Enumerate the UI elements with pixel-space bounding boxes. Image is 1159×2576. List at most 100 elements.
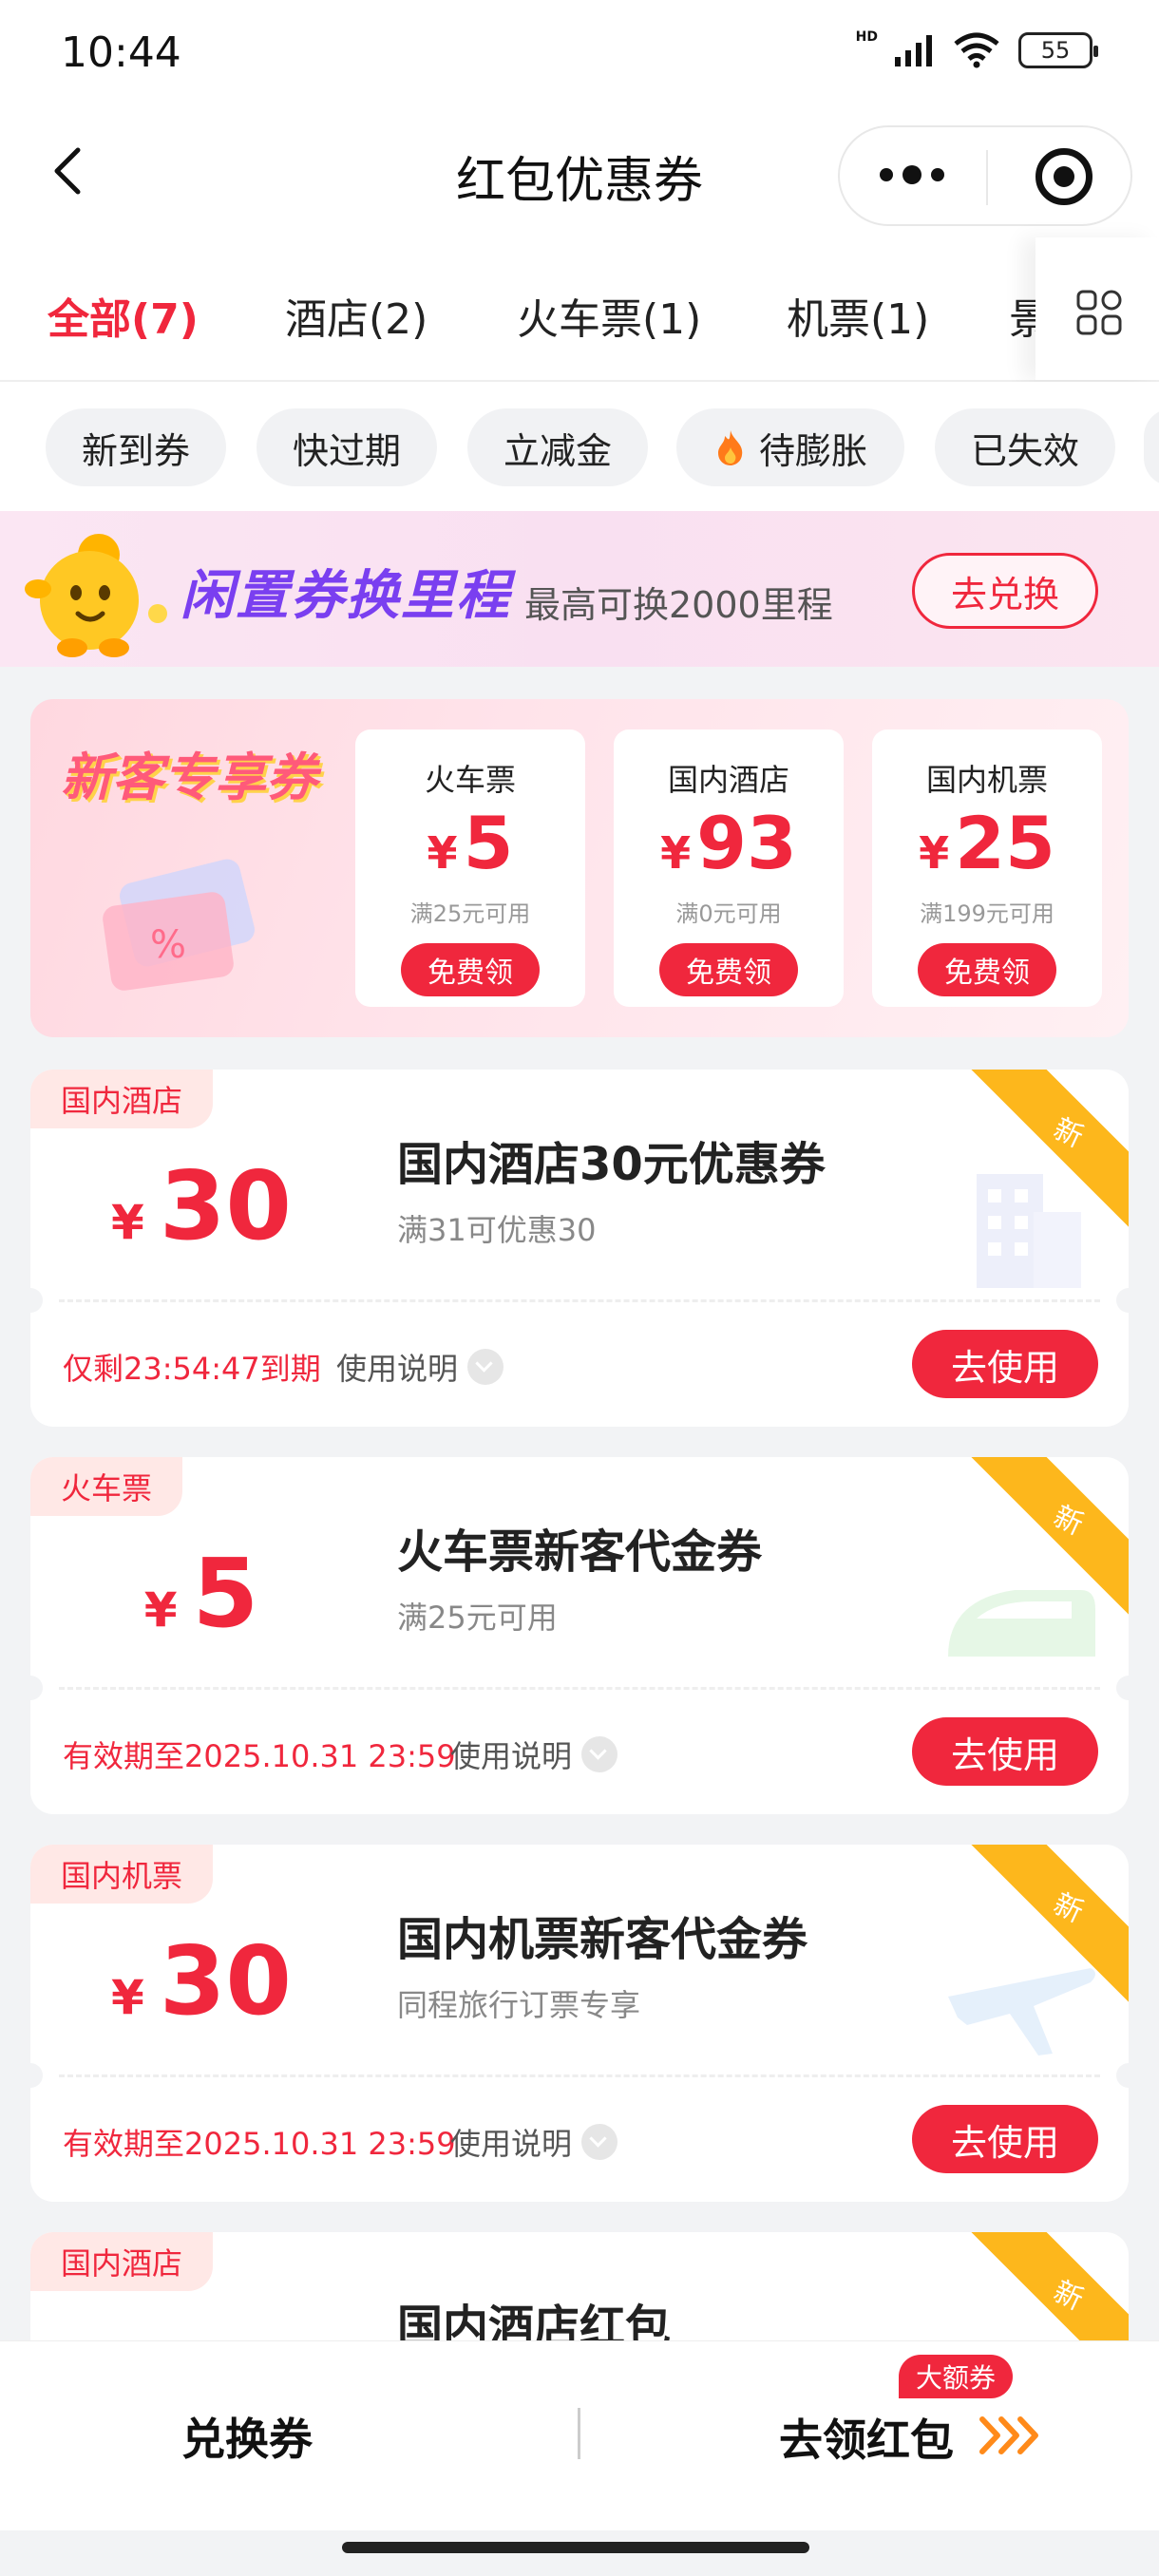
bottom-divider xyxy=(578,2408,580,2459)
tab-all[interactable]: 全部(7) xyxy=(48,285,199,346)
ribbon-label: 新 xyxy=(1048,2274,1089,2318)
exchange-coupons-button[interactable]: 兑换券 xyxy=(0,2341,580,2531)
status-icons: HD 55 xyxy=(855,29,1098,68)
item-condition: 满0元可用 xyxy=(675,900,782,927)
coupon-name: 火车票新客代金券 xyxy=(397,1525,763,1579)
new-customer-item: 国内机票 ¥25 满199元可用 免费领 xyxy=(872,729,1102,1007)
bottom-action-bar: 兑换券 去领红包 大额券 xyxy=(0,2340,1159,2530)
tab-flight[interactable]: 机票(1) xyxy=(787,285,929,346)
amount-value: 30 xyxy=(159,1150,292,1261)
chevron-down-icon xyxy=(581,2124,618,2160)
ticket-notch xyxy=(30,1288,43,1313)
coupon-expiry: 有效期至2025.10.31 23:59 xyxy=(63,1738,456,1774)
ticket-notch xyxy=(1116,1676,1129,1700)
ticket-decoration-icon: % xyxy=(103,859,255,991)
wifi-icon xyxy=(954,32,999,68)
airplane-icon xyxy=(948,1968,1095,2055)
claim-button[interactable]: 免费领 xyxy=(659,943,798,996)
chip-expiring[interactable]: 快过期 xyxy=(256,408,437,486)
chip-pending-boost[interactable]: 待膨胀 xyxy=(676,408,904,486)
train-icon xyxy=(948,1590,1095,1657)
large-coupon-badge: 大额券 xyxy=(899,2355,1014,2398)
coupon-amount: ¥30 xyxy=(30,1924,372,2055)
item-amount: ¥25 xyxy=(872,805,1102,891)
mascot-icon xyxy=(25,534,167,657)
ticket-notch xyxy=(30,1676,43,1700)
use-button[interactable]: 去使用 xyxy=(912,2105,1098,2173)
chip-overflow[interactable] xyxy=(1144,408,1159,486)
category-tabs: 全部(7) 酒店(2) 火车票(1) 机票(1) 景 xyxy=(0,237,1159,382)
coupon-tag: 国内酒店 xyxy=(30,1070,214,1128)
more-icon[interactable] xyxy=(880,165,944,184)
new-customer-item: 火车票 ¥5 满25元可用 免费领 xyxy=(355,729,585,1007)
coupon-card: 火车票 ¥5 火车票新客代金券 满25元可用 新 有效期至2025.10.31 … xyxy=(30,1457,1129,1814)
network-type: HD xyxy=(855,29,878,45)
chevron-down-icon xyxy=(467,1349,504,1385)
status-bar: 10:44 HD 55 xyxy=(0,0,1159,114)
tab-grid-toggle[interactable] xyxy=(1036,237,1159,380)
new-customer-item: 国内酒店 ¥93 满0元可用 免费领 xyxy=(614,729,844,1007)
usage-instructions[interactable]: 使用说明 xyxy=(450,1733,618,1776)
coupon-tag: 国内酒店 xyxy=(30,2232,214,2291)
usage-label: 使用说明 xyxy=(336,1351,459,1387)
grid-icon xyxy=(1076,290,1122,335)
usage-instructions[interactable]: 使用说明 xyxy=(450,2120,618,2164)
chip-invalid[interactable]: 已失效 xyxy=(935,408,1115,486)
coupon-desc: 满25元可用 xyxy=(397,1600,558,1636)
svg-text:%: % xyxy=(150,923,186,967)
item-condition: 满25元可用 xyxy=(409,900,531,927)
chip-instant-discount[interactable]: 立减金 xyxy=(467,408,648,486)
status-time: 10:44 xyxy=(61,28,181,77)
item-category: 火车票 xyxy=(424,762,516,798)
amount-value: 5 xyxy=(192,1538,259,1649)
coupon-expiry: 仅剩23:54:47到期 xyxy=(63,1351,321,1387)
usage-label: 使用说明 xyxy=(450,2126,573,2162)
item-amount: ¥93 xyxy=(614,805,844,891)
mileage-exchange-banner[interactable]: 闲置券换里程 最高可换2000里程 去兑换 xyxy=(0,511,1159,667)
coupon-name: 国内酒店30元优惠券 xyxy=(397,1138,826,1191)
tab-train[interactable]: 火车票(1) xyxy=(517,285,701,346)
capsule-divider xyxy=(986,150,988,205)
miniprogram-capsule xyxy=(838,125,1132,226)
usage-instructions[interactable]: 使用说明 xyxy=(336,1345,504,1389)
coupon-desc: 满31可优惠30 xyxy=(397,1212,597,1248)
use-button[interactable]: 去使用 xyxy=(912,1717,1098,1786)
dashed-divider xyxy=(59,1299,1100,1302)
claim-button[interactable]: 免费领 xyxy=(401,943,540,996)
currency-symbol: ¥ xyxy=(111,1970,144,2025)
item-condition: 满199元可用 xyxy=(920,900,1054,927)
home-indicator-area xyxy=(0,2530,1159,2576)
amount-value: 25 xyxy=(955,801,1055,885)
amount-value: 30 xyxy=(159,1925,292,2036)
ribbon-label: 新 xyxy=(1048,1886,1089,1930)
item-amount: ¥5 xyxy=(355,805,585,891)
ticket-notch xyxy=(1116,1288,1129,1313)
banner-subtitle: 最高可换2000里程 xyxy=(524,584,833,626)
use-button[interactable]: 去使用 xyxy=(912,1330,1098,1398)
close-target-icon[interactable] xyxy=(1036,148,1092,205)
home-indicator[interactable] xyxy=(342,2542,809,2553)
coupon-amount: ¥5 xyxy=(30,1537,372,1667)
coupon-amount: ¥30 xyxy=(30,1149,372,1279)
new-customer-coupons: 新客专享券 % 火车票 ¥5 满25元可用 免费领 国内酒店 ¥93 满0元可用… xyxy=(30,699,1129,1037)
chip-label: 待膨胀 xyxy=(758,429,867,472)
filter-chips: 新到券 快过期 立减金 待膨胀 已失效 xyxy=(0,382,1159,511)
claim-red-packet-button[interactable]: 去领红包 xyxy=(779,2406,954,2469)
currency-symbol: ¥ xyxy=(111,1195,144,1250)
nav-header: 红包优惠券 xyxy=(0,114,1159,237)
triple-chevron-icon xyxy=(979,2416,1038,2454)
claim-button[interactable]: 免费领 xyxy=(918,943,1056,996)
usage-label: 使用说明 xyxy=(450,1738,573,1774)
item-category: 国内机票 xyxy=(925,762,1048,798)
currency-symbol: ¥ xyxy=(919,827,950,879)
exchange-button[interactable]: 去兑换 xyxy=(912,553,1098,629)
building-icon xyxy=(977,1174,1081,1288)
item-category: 国内酒店 xyxy=(667,762,789,798)
battery-icon: 55 xyxy=(1018,32,1098,68)
chip-new[interactable]: 新到券 xyxy=(46,408,226,486)
currency-symbol: ¥ xyxy=(143,1582,178,1638)
coupon-tag: 火车票 xyxy=(30,1457,183,1516)
ribbon-label: 新 xyxy=(1048,1111,1089,1155)
ribbon-label: 新 xyxy=(1048,1499,1089,1543)
tab-hotel[interactable]: 酒店(2) xyxy=(285,285,428,346)
